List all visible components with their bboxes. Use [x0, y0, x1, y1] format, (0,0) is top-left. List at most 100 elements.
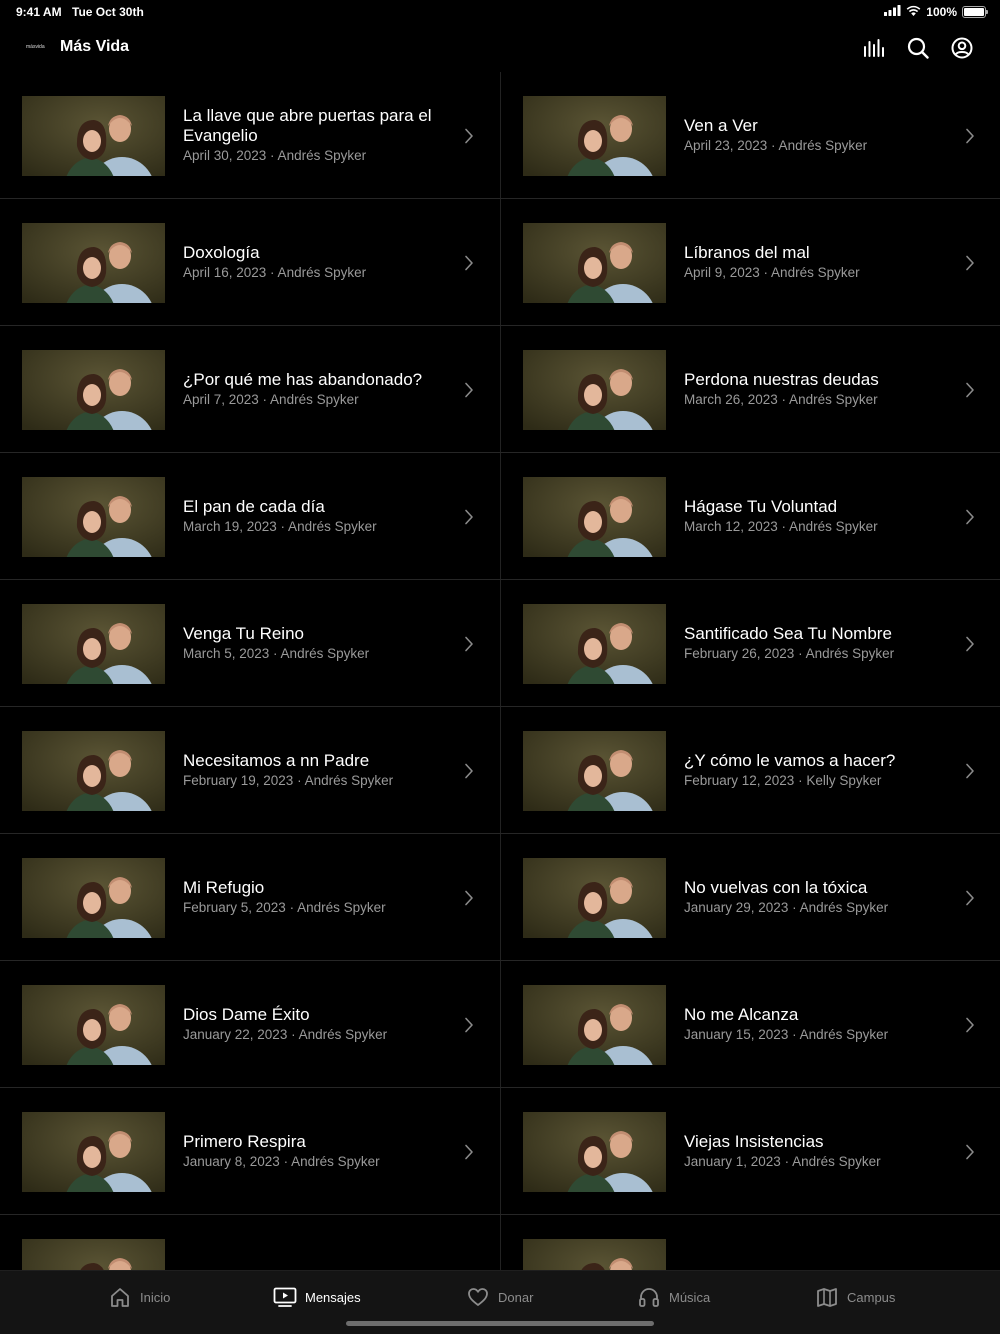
message-text: Santificado Sea Tu Nombre February 26, 2…	[684, 580, 954, 707]
message-item[interactable]: Venga Tu Reino March 5, 2023 · Andrés Sp…	[0, 580, 500, 707]
message-meta: January 22, 2023 · Andrés Spyker	[183, 1027, 388, 1042]
message-thumbnail	[22, 985, 165, 1065]
message-item[interactable]: Perdona nuestras deudas March 26, 2023 ·…	[501, 326, 1000, 453]
headphones-icon	[637, 1285, 661, 1309]
message-thumbnail	[523, 477, 666, 557]
message-item[interactable]: ¿Qué estas viendo?	[0, 1215, 500, 1270]
message-item[interactable]: El pan de cada día March 19, 2023 · Andr…	[0, 453, 500, 580]
chevron-right-icon	[464, 128, 474, 144]
message-text: Perdona nuestras deudas March 26, 2023 ·…	[684, 326, 954, 453]
chevron-right-icon	[965, 636, 975, 652]
message-text: Ven a Ver April 23, 2023 · Andrés Spyker	[684, 72, 954, 199]
chevron-right-icon	[464, 890, 474, 906]
message-thumbnail	[22, 1239, 165, 1270]
message-thumbnail	[22, 858, 165, 938]
message-meta: March 12, 2023 · Andrés Spyker	[684, 519, 878, 534]
tab-bar: Inicio Mensajes Donar Música Campus	[0, 1270, 1000, 1334]
equalizer-icon[interactable]	[862, 36, 886, 60]
battery-icon	[962, 6, 988, 18]
tab-donar[interactable]: Donar	[466, 1285, 533, 1309]
message-thumbnail	[22, 477, 165, 557]
message-title: Perdona nuestras deudas	[684, 370, 879, 389]
message-thumbnail	[523, 604, 666, 684]
message-item[interactable]: ¿Y cómo le vamos a hacer? February 12, 2…	[501, 707, 1000, 834]
message-thumbnail	[523, 731, 666, 811]
message-title: Venga Tu Reino	[183, 624, 304, 643]
message-text: Mi Refugio February 5, 2023 · Andrés Spy…	[183, 834, 453, 961]
message-item[interactable]: Hágase Tu Voluntad March 12, 2023 · Andr…	[501, 453, 1000, 580]
message-meta: April 9, 2023 · Andrés Spyker	[684, 265, 860, 280]
chevron-right-icon	[464, 1017, 474, 1033]
message-text: Dios Dame Éxito January 22, 2023 · André…	[183, 961, 453, 1088]
message-item[interactable]: Santificado Sea Tu Nombre February 26, 2…	[501, 580, 1000, 707]
message-item[interactable]: Viejas Insistencias January 1, 2023 · An…	[501, 1088, 1000, 1215]
message-item[interactable]: Primero Respira January 8, 2023 · Andrés…	[0, 1088, 500, 1215]
wifi-icon	[906, 5, 921, 19]
tab-label: Donar	[498, 1289, 534, 1305]
home-icon	[108, 1285, 132, 1309]
chevron-right-icon	[965, 128, 975, 144]
chevron-right-icon	[965, 509, 975, 525]
message-item[interactable]: Necesitamos a nn Padre February 19, 2023…	[0, 707, 500, 834]
message-thumbnail	[22, 350, 165, 430]
search-icon[interactable]	[906, 36, 930, 60]
message-meta: January 8, 2023 · Andrés Spyker	[183, 1154, 380, 1169]
message-item[interactable]: Mi Refugio February 5, 2023 · Andrés Spy…	[0, 834, 500, 961]
chevron-right-icon	[965, 1017, 975, 1033]
message-meta: April 7, 2023 · Andrés Spyker	[183, 392, 359, 407]
nav-bar: másvida Más Vida	[0, 24, 1000, 72]
tab-mensajes[interactable]: Mensajes	[273, 1285, 361, 1309]
message-title: Viejas Insistencias	[684, 1132, 824, 1151]
home-indicator	[346, 1321, 654, 1326]
message-text: ¿Qué estas viendo?	[183, 1215, 453, 1270]
chevron-right-icon	[464, 636, 474, 652]
message-text: Necesitamos a nn Padre February 19, 2023…	[183, 707, 453, 834]
message-meta: February 19, 2023 · Andrés Spyker	[183, 773, 394, 788]
message-text: El pan de cada día March 19, 2023 · Andr…	[183, 453, 453, 580]
message-text: Líbranos del mal April 9, 2023 · Andrés …	[684, 199, 954, 326]
message-title: Hágase Tu Voluntad	[684, 497, 838, 516]
message-text: Amigos de tu Promesa	[684, 1215, 954, 1270]
list-row: Necesitamos a nn Padre February 19, 2023…	[0, 707, 1000, 834]
messages-list[interactable]: La llave que abre puertas para el Evange…	[0, 72, 1000, 1270]
map-icon	[815, 1285, 839, 1309]
message-meta: January 29, 2023 · Andrés Spyker	[684, 900, 889, 915]
message-item[interactable]: Ven a Ver April 23, 2023 · Andrés Spyker	[501, 72, 1000, 199]
message-item[interactable]: Líbranos del mal April 9, 2023 · Andrés …	[501, 199, 1000, 326]
message-meta: February 5, 2023 · Andrés Spyker	[183, 900, 386, 915]
message-meta: April 23, 2023 · Andrés Spyker	[684, 138, 868, 153]
message-item[interactable]: Dios Dame Éxito January 22, 2023 · André…	[0, 961, 500, 1088]
message-text: ¿Por qué me has abandonado? April 7, 202…	[183, 326, 453, 453]
account-icon[interactable]	[950, 36, 974, 60]
battery-percent: 100%	[926, 5, 957, 19]
message-text: Venga Tu Reino March 5, 2023 · Andrés Sp…	[183, 580, 453, 707]
message-meta: March 5, 2023 · Andrés Spyker	[183, 646, 370, 661]
message-item[interactable]: La llave que abre puertas para el Evange…	[0, 72, 500, 199]
message-meta: January 15, 2023 · Andrés Spyker	[684, 1027, 889, 1042]
message-title: Ven a Ver	[684, 116, 758, 135]
chevron-right-icon	[464, 763, 474, 779]
message-title: No me Alcanza	[684, 1005, 799, 1024]
list-row: ¿Qué estas viendo? Amigos de t	[0, 1215, 1000, 1270]
message-thumbnail	[22, 731, 165, 811]
message-title: Necesitamos a nn Padre	[183, 751, 370, 770]
message-item[interactable]: No me Alcanza January 15, 2023 · Andrés …	[501, 961, 1000, 1088]
message-title: El pan de cada día	[183, 497, 325, 516]
tab-label: Mensajes	[305, 1289, 361, 1305]
message-item[interactable]: ¿Por qué me has abandonado? April 7, 202…	[0, 326, 500, 453]
message-item[interactable]: Amigos de tu Promesa	[501, 1215, 1000, 1270]
chevron-right-icon	[464, 509, 474, 525]
tab-campus[interactable]: Campus	[815, 1285, 895, 1309]
message-meta: January 1, 2023 · Andrés Spyker	[684, 1154, 881, 1169]
tab-inicio[interactable]: Inicio	[108, 1285, 170, 1309]
chevron-right-icon	[965, 1144, 975, 1160]
message-item[interactable]: No vuelvas con la tóxica January 29, 202…	[501, 834, 1000, 961]
message-thumbnail	[523, 1239, 666, 1270]
tv-play-icon	[273, 1285, 297, 1309]
message-item[interactable]: Doxología April 16, 2023 · Andrés Spyker	[0, 199, 500, 326]
heart-icon	[466, 1285, 490, 1309]
status-indicators: 100%	[884, 5, 988, 19]
tab-label: Inicio	[140, 1289, 171, 1305]
message-meta: March 26, 2023 · Andrés Spyker	[684, 392, 878, 407]
tab-musica[interactable]: Música	[637, 1285, 710, 1309]
